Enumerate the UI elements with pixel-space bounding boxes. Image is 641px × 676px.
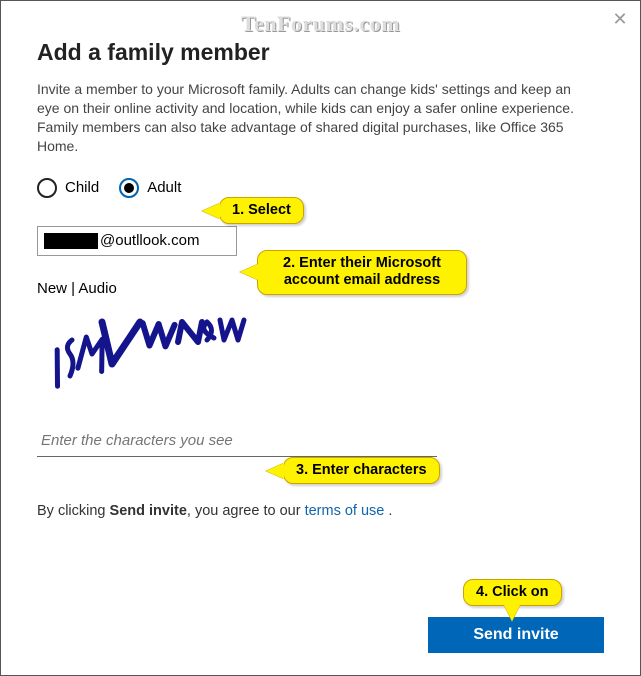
description-text: Invite a member to your Microsoft family… [37, 80, 597, 156]
annotation-1: 1. Select [219, 197, 304, 224]
radio-child-label: Child [65, 179, 99, 196]
agree-text: By clicking Send invite, you agree to ou… [37, 503, 604, 519]
radio-circle-icon [37, 178, 57, 198]
separator: | [67, 280, 78, 297]
agree-bold: Send invite [110, 503, 187, 519]
radio-circle-icon [119, 178, 139, 198]
radio-adult-label: Adult [147, 179, 181, 196]
radio-dot-icon [124, 183, 134, 193]
radio-adult[interactable]: Adult [119, 178, 181, 198]
captcha-input[interactable] [37, 425, 437, 457]
agree-dot: . [384, 503, 392, 519]
email-field[interactable]: @outllook.com [37, 226, 237, 256]
annotation-2-text: 2. Enter their Microsoft account email a… [283, 255, 441, 288]
captcha-image [37, 303, 257, 399]
annotation-3: 3. Enter characters [283, 457, 440, 484]
annotation-3-text: 3. Enter characters [296, 462, 427, 478]
member-type-radio-group: Child Adult [37, 178, 604, 198]
annotation-2: 2. Enter their Microsoft account email a… [257, 250, 467, 295]
annotation-1-text: 1. Select [232, 202, 291, 218]
captcha-audio-link[interactable]: Audio [78, 280, 116, 297]
send-invite-button[interactable]: Send invite [428, 617, 604, 653]
email-suffix: @outllook.com [100, 232, 199, 249]
redacted-block [44, 233, 98, 249]
agree-prefix: By clicking [37, 503, 110, 519]
page-title: Add a family member [37, 39, 604, 66]
terms-of-use-link[interactable]: terms of use [305, 503, 385, 519]
annotation-4: 4. Click on [463, 579, 562, 606]
annotation-4-text: 4. Click on [476, 584, 549, 600]
agree-mid: , you agree to our [187, 503, 305, 519]
radio-child[interactable]: Child [37, 178, 99, 198]
captcha-new-link[interactable]: New [37, 280, 67, 297]
close-icon[interactable]: ✕ [612, 11, 628, 27]
